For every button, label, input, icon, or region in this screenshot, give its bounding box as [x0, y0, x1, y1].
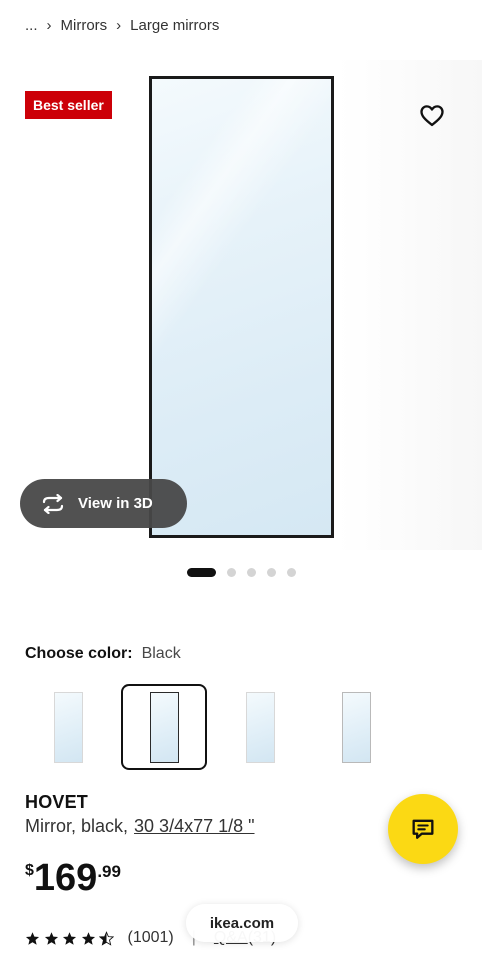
swatch-thumbnail	[53, 691, 83, 763]
product-name: HOVET	[25, 792, 89, 812]
product-description-text: Mirror, black,	[25, 816, 129, 836]
browser-domain-pill[interactable]: ikea.com	[186, 904, 298, 942]
gallery-dot[interactable]	[287, 568, 296, 577]
product-image-mirror[interactable]	[149, 76, 334, 538]
choose-color-label: Choose color:	[25, 645, 133, 662]
chat-button[interactable]	[388, 794, 458, 864]
price-currency: $	[25, 862, 34, 879]
star-full-icon	[25, 931, 40, 945]
breadcrumb: ... › Mirrors › Large mirrors	[25, 14, 219, 36]
product-size-link[interactable]: 30 3/4x77 1/8 "	[134, 816, 254, 836]
gallery-pagination	[187, 568, 307, 577]
color-swatch-white-2[interactable]	[217, 684, 303, 770]
breadcrumb-item-mirrors[interactable]: Mirrors	[61, 17, 108, 34]
breadcrumb-ellipsis[interactable]: ...	[25, 17, 38, 34]
color-swatch-aluminum[interactable]	[313, 684, 399, 770]
color-swatch-black[interactable]	[121, 684, 207, 770]
heart-icon	[420, 105, 444, 127]
rating-count: (1001)	[127, 929, 174, 946]
product-description: Mirror, black, 30 3/4x77 1/8 "	[25, 816, 255, 837]
gallery-dot[interactable]	[267, 568, 276, 577]
star-full-icon	[44, 931, 58, 945]
view-in-3d-button[interactable]: View in 3D	[20, 479, 187, 528]
star-full-icon	[81, 931, 95, 945]
swatch-thumbnail	[149, 691, 179, 763]
gallery-dot[interactable]	[247, 568, 256, 577]
gallery-dot-active[interactable]	[187, 568, 216, 577]
swatch-thumbnail	[341, 691, 371, 763]
view-in-3d-label: View in 3D	[78, 495, 153, 512]
color-swatch-white[interactable]	[25, 684, 111, 770]
rotate-3d-icon	[42, 493, 64, 514]
selected-color-value: Black	[141, 645, 181, 662]
price-decimal: .99	[97, 862, 121, 881]
chevron-right-icon: ›	[116, 16, 122, 34]
best-seller-badge: Best seller	[25, 91, 112, 119]
breadcrumb-item-large-mirrors[interactable]: Large mirrors	[130, 17, 219, 34]
swatch-thumbnail	[245, 691, 275, 763]
favorite-button[interactable]	[418, 101, 446, 129]
gallery-dot[interactable]	[227, 568, 236, 577]
star-half-icon	[99, 930, 114, 946]
product-price: $ 169 .99	[25, 856, 121, 900]
color-selector-label: Choose color: Black	[25, 645, 181, 663]
price-integer: 169	[33, 857, 98, 899]
chevron-right-icon: ›	[46, 16, 52, 34]
star-full-icon	[62, 931, 77, 945]
chat-bubble-icon	[412, 819, 434, 839]
